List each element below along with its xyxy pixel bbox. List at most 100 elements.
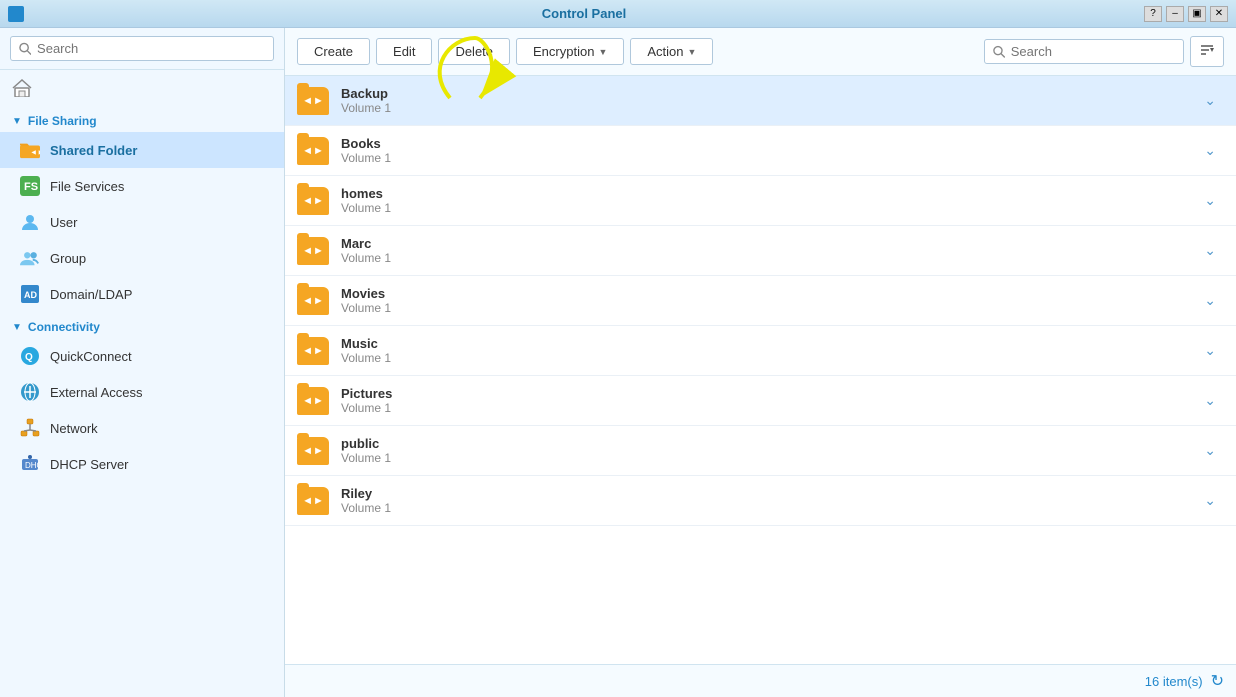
sidebar-item-quickconnect[interactable]: Q QuickConnect — [0, 338, 284, 374]
section-connectivity-label: Connectivity — [28, 320, 100, 334]
create-button[interactable]: Create — [297, 38, 370, 65]
sidebar-item-user[interactable]: User — [0, 204, 284, 240]
folder-info: homes Volume 1 — [341, 186, 1184, 215]
share-symbol: ◄► — [302, 245, 324, 257]
sidebar-item-external-access[interactable]: External Access — [0, 374, 284, 410]
svg-text:FS: FS — [24, 181, 38, 193]
table-row[interactable]: ◄► public Volume 1 ⌄ — [285, 426, 1236, 476]
chevron-down-icon: ▼ — [12, 116, 22, 127]
expand-icon[interactable]: ⌄ — [1196, 138, 1224, 163]
folder-icon: ◄► — [297, 337, 329, 365]
folder-name: homes — [341, 186, 1184, 201]
edit-button[interactable]: Edit — [376, 38, 432, 65]
home-icon — [12, 78, 32, 98]
sort-button[interactable] — [1190, 36, 1224, 67]
folder-name: Movies — [341, 286, 1184, 301]
table-row[interactable]: ◄► Pictures Volume 1 ⌄ — [285, 376, 1236, 426]
folder-name: Backup — [341, 86, 1184, 101]
minimize-button[interactable]: – — [1166, 6, 1184, 22]
delete-button[interactable]: Delete — [438, 38, 510, 65]
title-bar-left — [8, 6, 24, 22]
folder-volume: Volume 1 — [341, 351, 1184, 365]
folder-icon: ◄► — [297, 237, 329, 265]
table-row[interactable]: ◄► Riley Volume 1 ⌄ — [285, 476, 1236, 526]
section-file-sharing[interactable]: ▼ File Sharing — [0, 106, 284, 132]
folder-info: Books Volume 1 — [341, 136, 1184, 165]
sidebar-item-shared-folder[interactable]: ◄► Shared Folder — [0, 132, 284, 168]
footer: 16 item(s) ↻ — [285, 664, 1236, 697]
expand-icon[interactable]: ⌄ — [1196, 338, 1224, 363]
table-row[interactable]: ◄► Marc Volume 1 ⌄ — [285, 226, 1236, 276]
folder-icon: ◄► — [297, 487, 329, 515]
folder-volume: Volume 1 — [341, 301, 1184, 315]
expand-icon[interactable]: ⌄ — [1196, 388, 1224, 413]
sidebar-item-dhcp[interactable]: DHCP DHCP Server — [0, 446, 284, 482]
action-button[interactable]: Action ▼ — [630, 38, 713, 65]
folder-info: public Volume 1 — [341, 436, 1184, 465]
folder-list: ◄► Backup Volume 1 ⌄ ◄► Books Volume 1 ⌄ — [285, 76, 1236, 664]
sidebar-search-input[interactable] — [37, 41, 265, 56]
folder-volume: Volume 1 — [341, 251, 1184, 265]
expand-icon[interactable]: ⌄ — [1196, 238, 1224, 263]
expand-icon[interactable]: ⌄ — [1196, 188, 1224, 213]
folder-info: Backup Volume 1 — [341, 86, 1184, 115]
folder-info: Marc Volume 1 — [341, 236, 1184, 265]
table-row[interactable]: ◄► Books Volume 1 ⌄ — [285, 126, 1236, 176]
external-access-icon — [20, 382, 40, 402]
sidebar-item-network[interactable]: Network — [0, 410, 284, 446]
sidebar-search-area — [0, 28, 284, 70]
table-row[interactable]: ◄► Movies Volume 1 ⌄ — [285, 276, 1236, 326]
action-label: Action — [647, 44, 683, 59]
app-icon — [8, 6, 24, 22]
folder-info: Movies Volume 1 — [341, 286, 1184, 315]
item-count: 16 item(s) — [1145, 674, 1203, 689]
folder-volume: Volume 1 — [341, 151, 1184, 165]
folder-info: Music Volume 1 — [341, 336, 1184, 365]
section-connectivity[interactable]: ▼ Connectivity — [0, 312, 284, 338]
table-row[interactable]: ◄► Backup Volume 1 ⌄ — [285, 76, 1236, 126]
domain-icon: AD — [20, 284, 40, 304]
user-icon — [20, 212, 40, 232]
sidebar-item-domain-ldap[interactable]: AD Domain/LDAP — [0, 276, 284, 312]
title-bar: Control Panel ? – ▣ ✕ — [0, 0, 1236, 28]
sidebar-item-home[interactable] — [0, 70, 284, 106]
expand-icon[interactable]: ⌄ — [1196, 88, 1224, 113]
expand-icon[interactable]: ⌄ — [1196, 438, 1224, 463]
folder-name: public — [341, 436, 1184, 451]
sidebar-item-group[interactable]: Group — [0, 240, 284, 276]
encryption-label: Encryption — [533, 44, 594, 59]
maximize-button[interactable]: ▣ — [1188, 6, 1206, 22]
network-icon — [20, 418, 40, 438]
shared-folder-icon: ◄► — [20, 140, 40, 160]
expand-icon[interactable]: ⌄ — [1196, 488, 1224, 513]
svg-text:DHCP: DHCP — [25, 461, 40, 470]
encryption-button[interactable]: Encryption ▼ — [516, 38, 624, 65]
share-symbol: ◄► — [302, 495, 324, 507]
share-symbol: ◄► — [302, 195, 324, 207]
share-symbol: ◄► — [302, 445, 324, 457]
expand-icon[interactable]: ⌄ — [1196, 288, 1224, 313]
sidebar-search-box[interactable] — [10, 36, 274, 61]
title-bar-buttons: ? – ▣ ✕ — [1144, 6, 1228, 22]
table-row[interactable]: ◄► Music Volume 1 ⌄ — [285, 326, 1236, 376]
folder-volume: Volume 1 — [341, 501, 1184, 515]
table-row[interactable]: ◄► homes Volume 1 ⌄ — [285, 176, 1236, 226]
share-symbol: ◄► — [302, 145, 324, 157]
refresh-button[interactable]: ↻ — [1211, 671, 1224, 691]
sidebar-item-quickconnect-label: QuickConnect — [50, 349, 132, 364]
chevron-down-icon-2: ▼ — [12, 322, 22, 333]
sidebar-item-file-services[interactable]: FS File Services — [0, 168, 284, 204]
close-button[interactable]: ✕ — [1210, 6, 1228, 22]
toolbar-search-input[interactable] — [1011, 44, 1175, 59]
toolbar-search-box[interactable] — [984, 39, 1184, 64]
sidebar-item-domain-label: Domain/LDAP — [50, 287, 132, 302]
encryption-dropdown-arrow: ▼ — [598, 47, 607, 57]
sidebar-item-file-services-label: File Services — [50, 179, 124, 194]
toolbar: Create Edit Delete Encryption ▼ Action ▼ — [285, 28, 1236, 76]
folder-info: Riley Volume 1 — [341, 486, 1184, 515]
sidebar: ▼ File Sharing ◄► Shared Folder FS — [0, 28, 285, 697]
help-button[interactable]: ? — [1144, 6, 1162, 22]
folder-icon: ◄► — [297, 87, 329, 115]
share-symbol: ◄► — [302, 295, 324, 307]
section-file-sharing-label: File Sharing — [28, 114, 97, 128]
